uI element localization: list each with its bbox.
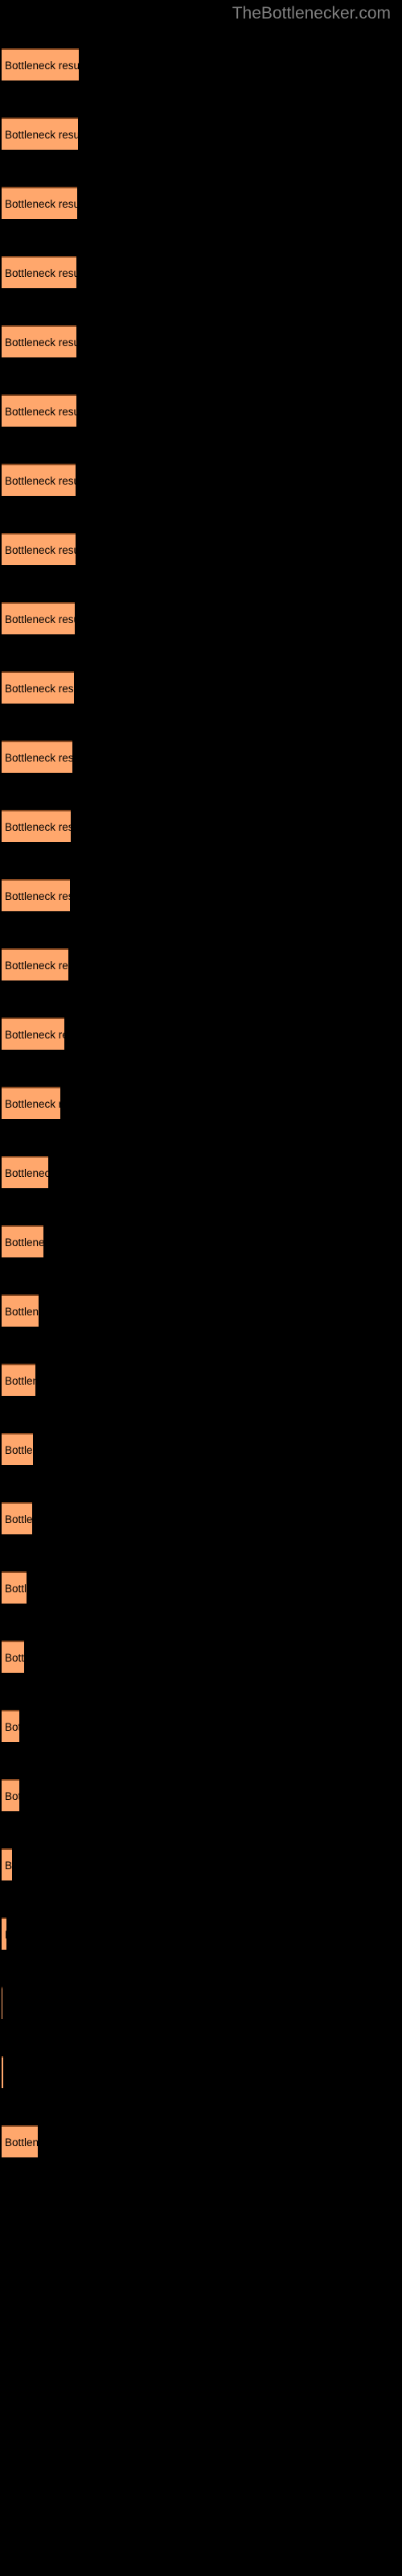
bar-row: Bottleneck result (2, 1710, 19, 1742)
bar-label: Bottleneck result (5, 1029, 64, 1041)
bar-label: Bottleneck result (5, 336, 76, 349)
bar-label: Bottleneck result (5, 821, 71, 833)
bar-row: Bottleneck result (2, 187, 77, 219)
bar-row: Bottleneck result (2, 48, 79, 80)
bar-row: Bottleneck result (2, 1294, 39, 1327)
bar-label: Bottleneck result (5, 1236, 43, 1249)
bar-rect[interactable]: Bottleneck result (2, 671, 74, 704)
bar-row: Bottleneck result (2, 1502, 32, 1534)
bar-rect[interactable]: Bottleneck result (2, 1087, 60, 1119)
bar-label: Bottleneck result (5, 1098, 60, 1110)
bar-rect[interactable]: Bottleneck result (2, 1225, 43, 1257)
bar-rect[interactable]: Bottleneck result (2, 879, 70, 911)
bar-rect[interactable]: Bottleneck result (2, 48, 79, 80)
bar-rect[interactable]: Bottleneck result (2, 1433, 33, 1465)
bar-rect[interactable]: Bottleneck result (2, 1641, 24, 1673)
bar-label: Bottleneck result (5, 2136, 38, 2149)
bar-rect[interactable]: Bottleneck result (2, 533, 76, 565)
bar-rect[interactable]: Bottleneck result (2, 1710, 19, 1742)
bar-label: Bottleneck result (5, 1790, 19, 1802)
bar-label: Bottleneck result (5, 1652, 24, 1664)
bar-row: Bottleneck result (2, 1018, 64, 1050)
bar-label: Bottleneck result (5, 129, 78, 141)
bar-row: Bottleneck result (2, 118, 78, 150)
bar-label: Bottleneck result (5, 1513, 32, 1525)
bar-rect[interactable]: Bottleneck result (2, 256, 76, 288)
bar-label: Bottleneck result (5, 1919, 6, 1950)
bar-rect[interactable]: Bottleneck result (2, 1294, 39, 1327)
bar-row: Bottleneck result (2, 1225, 43, 1257)
bar-label: Bottleneck result (5, 1583, 27, 1595)
bar-row: Bottleneck result (2, 1571, 27, 1604)
bar-rect[interactable]: Bottleneck result (2, 187, 77, 219)
bar-row: Bottleneck result (2, 1641, 24, 1673)
bar-label: Bottleneck result (5, 752, 72, 764)
bar-label: Bottleneck result (5, 475, 76, 487)
bar-label: Bottleneck result (5, 890, 70, 902)
bar-rect[interactable]: Bottleneck result (2, 325, 76, 357)
bar-label: Bottleneck result (5, 406, 76, 418)
bar-row: Bottleneck result (2, 325, 76, 357)
bar-row: Bottleneck result (2, 810, 71, 842)
bar-rect[interactable]: Bottleneck result (2, 1018, 64, 1050)
bar-rect[interactable]: Bottleneck result (2, 741, 72, 773)
bar-rect[interactable]: Bottleneck result (2, 394, 76, 427)
bar-row: Bottleneck result (2, 256, 76, 288)
bar-label: Bottleneck result (5, 198, 77, 210)
bar-row: Bottleneck result (2, 1433, 33, 1465)
bar-row: Bottleneck result (2, 1156, 48, 1188)
bar-label: Bottleneck result (5, 544, 76, 556)
bar-label: Bottleneck result (5, 267, 76, 279)
bar-label: Bottleneck result (5, 1860, 12, 1872)
bar-rect[interactable]: Bottleneck result (2, 1571, 27, 1604)
bar-label: Bottleneck result (5, 1306, 39, 1318)
bar-label: Bottleneck result (5, 960, 68, 972)
bar-rect[interactable]: Bottleneck result (2, 810, 71, 842)
bar-label: Bottleneck result (5, 613, 75, 625)
bar-row: Bottleneck result (2, 879, 70, 911)
bar-row: Bottleneck result (2, 671, 74, 704)
bar-rect[interactable]: Bottleneck result (2, 948, 68, 980)
bar-row: Bottleneck result (2, 2056, 3, 2088)
bar-row: Bottleneck result (2, 948, 68, 980)
bar-row: Bottleneck result (2, 1918, 6, 1950)
bar-label: Bottleneck result (5, 1721, 19, 1733)
bar-rect[interactable]: Bottleneck result (2, 1156, 48, 1188)
bar-rect[interactable]: Bottleneck result (2, 1502, 32, 1534)
bar-row: Bottleneck result (2, 2125, 38, 2157)
bar-row: Bottleneck result (2, 602, 75, 634)
bar-row: Bottleneck result (2, 1364, 35, 1396)
bar-rect[interactable]: Bottleneck result (2, 1779, 19, 1811)
bar-label: Bottleneck result (5, 683, 74, 695)
bar-row: Bottleneck result (2, 394, 76, 427)
bar-rect[interactable]: Bottleneck result (2, 118, 78, 150)
bar-row: Bottleneck result (2, 1779, 19, 1811)
bar-label: Bottleneck result (5, 1444, 33, 1456)
bar-rect[interactable]: Bottleneck result (2, 464, 76, 496)
bar-rect[interactable]: Bottleneck result (2, 1918, 6, 1950)
bar-rect[interactable]: Bottleneck result (2, 602, 75, 634)
bar-label: Bottleneck result (5, 1375, 35, 1387)
bar-rect[interactable]: Bottleneck result (2, 1848, 12, 1880)
bar-row: Bottleneck result (2, 741, 72, 773)
bar-rect[interactable]: Bottleneck result (2, 2125, 38, 2157)
bar-row: Bottleneck result (2, 1848, 12, 1880)
bar-rect[interactable]: Bottleneck result (2, 1364, 35, 1396)
bar-row: Bottleneck result (2, 533, 76, 565)
bar-chart-bars: Bottleneck result Bottleneck result Bottle… (0, 0, 402, 2576)
bar-rect[interactable]: Bottleneck result (2, 2056, 3, 2088)
bar-label: Bottleneck result (5, 1167, 48, 1179)
bar-row: Bottleneck result (2, 1087, 60, 1119)
bottleneck-chart-root: TheBottlenecker.com Bottleneck result Bot… (0, 0, 402, 2576)
bar-row: Bottleneck result (2, 464, 76, 496)
bar-label: Bottleneck result (5, 60, 79, 72)
